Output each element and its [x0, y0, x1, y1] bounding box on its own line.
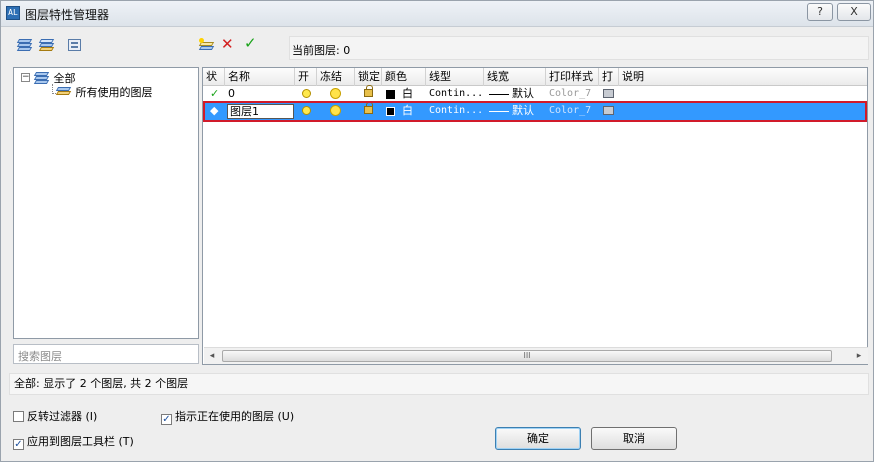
col-on[interactable]: 开 [295, 68, 317, 86]
checkbox-checked[interactable]: ✓ [13, 439, 24, 450]
layer-linetype[interactable]: Contin... [426, 103, 484, 120]
layer-stack-icon [33, 71, 50, 84]
col-description[interactable]: 说明 [619, 68, 867, 86]
filter-tree[interactable]: − 全部 所有使用的图层 [13, 67, 199, 339]
checkbox-box[interactable] [13, 411, 24, 422]
horizontal-scrollbar[interactable]: ◂ III ▸ [204, 347, 868, 364]
layer-linetype[interactable]: Contin... [426, 86, 484, 103]
color-swatch[interactable] [386, 90, 395, 99]
col-freeze[interactable]: 冻结 [317, 68, 355, 86]
lightbulb-on-icon[interactable] [302, 106, 311, 115]
col-plotstyle[interactable]: 打印样式 [546, 68, 599, 86]
lineweight-sample [489, 94, 509, 95]
window-title: 图层特性管理器 [25, 8, 110, 22]
layer-properties-dialog: AL 图层特性管理器 ? X ✕ ✓ 当前图层: 0 − 全部 所有使用的图层 … [0, 0, 874, 462]
status-bar: 全部: 显示了 2 个图层, 共 2 个图层 [9, 373, 869, 395]
sun-thawed-icon[interactable] [330, 88, 341, 99]
layer-plotstyle: Color_7 [549, 105, 592, 116]
delete-layer-icon[interactable]: ✕ [221, 36, 237, 52]
app-icon: AL [6, 6, 20, 20]
layer-color[interactable]: 白 [399, 86, 423, 103]
col-status[interactable]: 状 [203, 68, 225, 86]
invert-filter-label: 反转过滤器 (I) [27, 410, 98, 423]
col-linetype[interactable]: 线型 [426, 68, 484, 86]
lightbulb-on-icon[interactable] [302, 89, 311, 98]
new-layer-icon[interactable] [198, 38, 215, 52]
table-row[interactable]: ✓ 0 白 Contin... 默认 Color_7 [203, 85, 867, 103]
current-layer-bar: 当前图层: 0 [289, 36, 869, 60]
printer-icon[interactable] [603, 89, 614, 98]
new-property-filter-icon[interactable] [16, 38, 33, 52]
current-layer-label: 当前图层: 0 [292, 44, 351, 57]
layer-name-edit[interactable]: 图层1 [227, 104, 294, 119]
apply-to-toolbar-checkbox[interactable]: ✓ 应用到图层工具栏 (T) [13, 433, 134, 450]
scroll-left-arrow-icon[interactable]: ◂ [205, 349, 219, 363]
ok-button[interactable]: 确定 [495, 427, 581, 450]
unlock-icon[interactable] [364, 85, 373, 97]
layer-status-icon: ◆ [210, 104, 219, 117]
layer-color[interactable]: 白 [399, 103, 423, 120]
table-row[interactable]: ◆ 图层1 白 Contin... 默认 Color_7 [203, 102, 867, 120]
layer-states-manager-icon[interactable] [67, 38, 83, 52]
invert-filter-checkbox[interactable]: 反转过滤器 (I) [13, 408, 97, 424]
grid-header: 状 名称 开 冻结 锁定 颜色 线型 线宽 打印样式 打 说明 [203, 68, 867, 86]
col-lock[interactable]: 锁定 [355, 68, 382, 86]
tree-item-all-used[interactable]: 所有使用的图层 [55, 84, 153, 100]
layer-lineweight[interactable]: 默认 [509, 86, 545, 103]
close-button[interactable]: X [837, 3, 871, 21]
indicate-in-use-checkbox[interactable]: ✓ 指示正在使用的图层 (U) [161, 408, 294, 425]
layer-grid: 状 名称 开 冻结 锁定 颜色 线型 线宽 打印样式 打 说明 ✓ 0 白 Co… [202, 67, 868, 365]
tree-item-all-used-label: 所有使用的图层 [75, 86, 153, 99]
col-lineweight[interactable]: 线宽 [484, 68, 546, 86]
col-plot[interactable]: 打 [599, 68, 619, 86]
new-group-filter-icon[interactable] [38, 38, 55, 52]
help-button[interactable]: ? [807, 3, 833, 21]
lineweight-sample [489, 111, 509, 112]
col-color[interactable]: 颜色 [382, 68, 426, 86]
layer-name[interactable]: 0 [225, 86, 295, 103]
current-layer-check-icon: ✓ [210, 87, 220, 100]
scroll-right-arrow-icon[interactable]: ▸ [852, 349, 866, 363]
apply-to-toolbar-label: 应用到图层工具栏 (T) [27, 435, 134, 448]
layer-filter-icon [55, 85, 72, 98]
layer-lineweight[interactable]: 默认 [509, 103, 545, 120]
layer-plotstyle: Color_7 [549, 88, 592, 99]
title-bar: AL 图层特性管理器 ? X [1, 1, 873, 27]
unlock-icon[interactable] [364, 102, 373, 114]
tree-collapse-toggle[interactable]: − [21, 73, 30, 82]
checkbox-checked[interactable]: ✓ [161, 414, 172, 425]
printer-icon[interactable] [603, 106, 614, 115]
cancel-button[interactable]: 取消 [591, 427, 677, 450]
scroll-thumb[interactable]: III [222, 350, 832, 362]
search-layer-input[interactable]: 搜索图层 [13, 344, 199, 364]
set-current-icon[interactable]: ✓ [244, 35, 260, 51]
col-name[interactable]: 名称 [225, 68, 295, 86]
indicate-in-use-label: 指示正在使用的图层 (U) [175, 410, 295, 423]
color-swatch[interactable] [386, 107, 395, 116]
sun-thawed-icon[interactable] [330, 105, 341, 116]
